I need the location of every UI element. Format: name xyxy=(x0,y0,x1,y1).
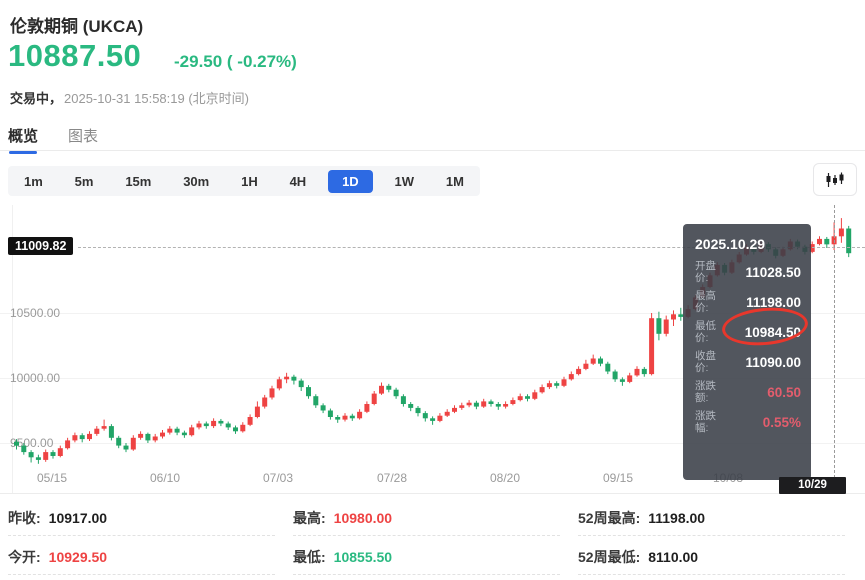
tooltip-change-value: 60.50 xyxy=(767,384,801,400)
interval-4h[interactable]: 4H xyxy=(280,170,317,193)
interval-15m[interactable]: 15m xyxy=(115,170,161,193)
page-title: 伦敦期铜 (UKCA) xyxy=(10,17,144,36)
tooltip-row-close: 收盘价: 11090.00 xyxy=(695,350,801,374)
ohlc-tooltip: 2025.10.29 开盘价: 11028.50 最高价: 11198.00 最… xyxy=(683,224,811,480)
stat-open: 今开: 10929.50 xyxy=(8,542,275,575)
x-axis-label: 07/28 xyxy=(376,471,408,485)
interval-selector: 1m 5m 15m 30m 1H 4H 1D 1W 1M xyxy=(8,166,480,196)
tab-bar: 概览 图表 xyxy=(0,122,865,154)
chart-style-button[interactable] xyxy=(813,163,857,196)
tooltip-row-change-pct: 涨跌幅: 0.55% xyxy=(695,410,801,434)
stat-high: 最高: 10980.00 xyxy=(293,503,560,536)
x-axis-label: 08/20 xyxy=(489,471,521,485)
tooltip-low-value: 10984.50 xyxy=(744,324,801,340)
tab-overview[interactable]: 概览 xyxy=(8,125,38,154)
interval-1m[interactable]: 1m xyxy=(14,170,53,193)
crosshair-date-badge: 10/29 xyxy=(779,477,846,494)
x-axis-label: 05/15 xyxy=(36,471,68,485)
price-change: -29.50 ( -0.27%) xyxy=(174,52,297,71)
tooltip-row-low: 最低价: 10984.50 xyxy=(695,320,801,344)
stat-52w-high: 52周最高: 11198.00 xyxy=(578,503,845,536)
quote-timestamp: 2025-10-31 15:58:19 (北京时间) xyxy=(64,91,249,106)
interval-30m[interactable]: 30m xyxy=(173,170,219,193)
x-axis-label: 09/15 xyxy=(602,471,634,485)
interval-1m-month[interactable]: 1M xyxy=(436,170,474,193)
price-axis-badge: 11009.82 xyxy=(8,237,74,255)
tab-chart[interactable]: 图表 xyxy=(68,125,98,146)
interval-1w[interactable]: 1W xyxy=(385,170,425,193)
stat-low: 最低: 10855.50 xyxy=(293,542,560,575)
tooltip-row-high: 最高价: 11198.00 xyxy=(695,290,801,314)
trading-status-label: 交易中， xyxy=(10,91,63,106)
tooltip-close-value: 11090.00 xyxy=(745,354,801,370)
interval-1h[interactable]: 1H xyxy=(231,170,268,193)
x-axis-line xyxy=(0,493,865,494)
x-axis-label: 06/10 xyxy=(149,471,181,485)
tooltip-high-value: 11198.00 xyxy=(746,294,801,310)
crosshair-vertical-line xyxy=(834,205,835,478)
stat-prev-close: 昨收: 10917.00 xyxy=(8,503,275,536)
tooltip-change-pct-value: 0.55% xyxy=(762,414,801,430)
tooltip-open-value: 11028.50 xyxy=(745,264,801,280)
tooltip-date: 2025.10.29 xyxy=(695,236,766,252)
x-axis-label: 07/03 xyxy=(262,471,294,485)
candlestick-icon xyxy=(826,172,844,187)
tooltip-row-change: 涨跌额: 60.50 xyxy=(695,380,801,404)
stat-52w-low: 52周最低: 8110.00 xyxy=(578,542,845,575)
interval-1d[interactable]: 1D xyxy=(328,169,373,193)
current-price: 10887.50 xyxy=(8,38,142,73)
trading-status: 交易中， 2025-10-31 15:58:19 (北京时间) xyxy=(10,88,249,107)
interval-5m[interactable]: 5m xyxy=(65,170,104,193)
tooltip-row-open: 开盘价: 11028.50 xyxy=(695,260,801,284)
